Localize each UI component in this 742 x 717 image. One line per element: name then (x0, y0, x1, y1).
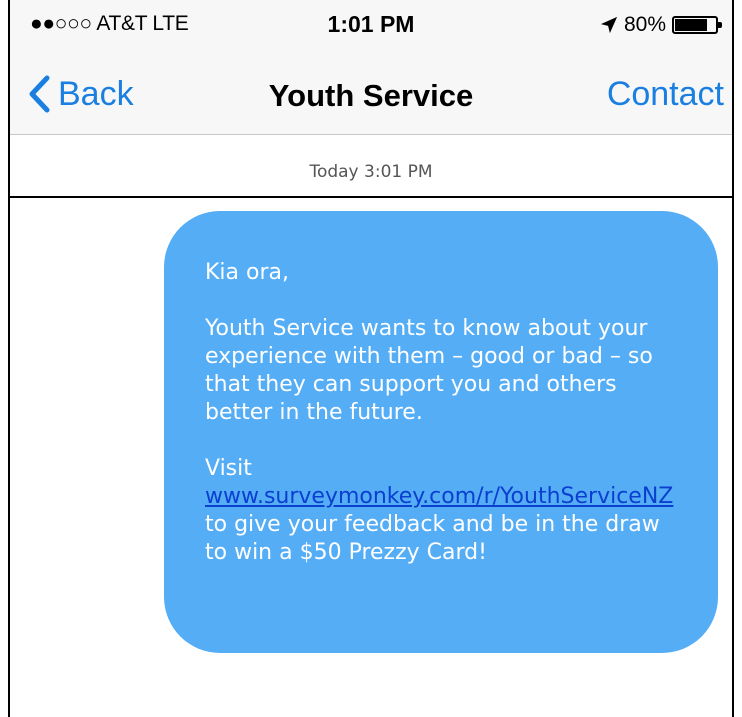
message-bubble[interactable]: Kia ora, Youth Service wants to know abo… (164, 211, 718, 653)
message-greeting: Kia ora, (205, 260, 289, 285)
message-body: Youth Service wants to know about your e… (205, 316, 653, 425)
battery-percent: 80% (623, 13, 666, 36)
contact-button[interactable]: Contact (607, 75, 724, 114)
location-arrow-icon (600, 16, 618, 34)
battery-nub (718, 22, 722, 28)
status-right: 80% (600, 12, 722, 38)
message-closing: to give your feedback and be in the draw… (205, 512, 660, 565)
message-visit-line: Visit (205, 456, 252, 481)
battery-fill (675, 19, 707, 31)
message-link-paragraph: www.surveymonkey.com/r/YouthServiceNZ to… (205, 483, 688, 567)
status-bar: ●●○○○ AT&T LTE 1:01 PM 80% (10, 0, 732, 58)
message-timestamp: Today 3:01 PM (309, 162, 433, 182)
navigation-bar: Back Youth Service Contact (10, 58, 732, 135)
battery-icon (672, 16, 722, 34)
survey-link[interactable]: www.surveymonkey.com/r/YouthServiceNZ (205, 484, 673, 509)
